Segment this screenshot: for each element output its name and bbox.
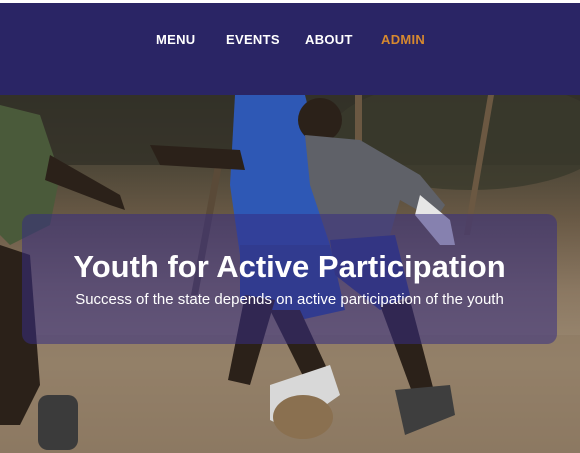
- nav-item-about[interactable]: ABOUT: [305, 30, 353, 50]
- top-navbar: MENU EVENTS ABOUT ADMIN: [0, 0, 580, 95]
- hero-section: Youth for Active Participation Success o…: [0, 95, 580, 453]
- nav-item-menu[interactable]: MENU: [156, 30, 195, 50]
- page: MENU EVENTS ABOUT ADMIN Youth for Active…: [0, 0, 580, 453]
- nav-item-admin[interactable]: ADMIN: [381, 30, 425, 50]
- hero-title: Youth for Active Participation: [73, 249, 506, 284]
- nav-menu-list: MENU EVENTS ABOUT ADMIN: [0, 30, 580, 50]
- hero-banner: Youth for Active Participation Success o…: [22, 214, 557, 344]
- nav-item-events[interactable]: EVENTS: [226, 30, 280, 50]
- hero-subtitle: Success of the state depends on active p…: [75, 291, 504, 308]
